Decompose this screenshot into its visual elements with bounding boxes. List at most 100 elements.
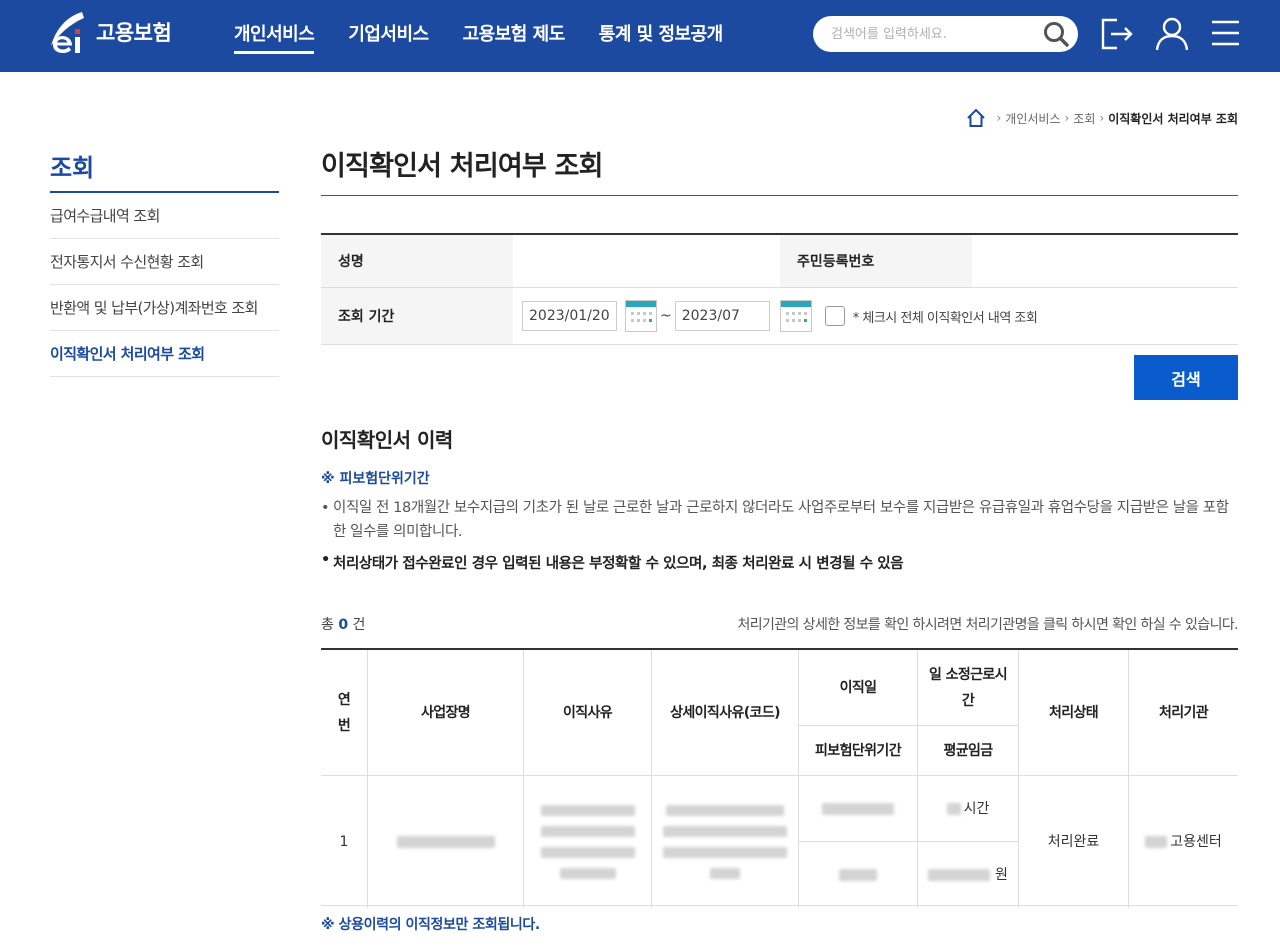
user-icon[interactable] xyxy=(1152,14,1192,54)
total-count: 총 0 건 xyxy=(321,614,365,634)
breadcrumb-item-inquiry[interactable]: 조회 xyxy=(1073,110,1095,127)
note-status-warning-text: 처리상태가 접수완료인 경우 입력된 내용은 부정확할 수 있으며, 최종 처리… xyxy=(333,556,904,572)
col-header-insured-period: 피보험단위기간 xyxy=(799,726,918,776)
redacted-text xyxy=(540,805,635,816)
row-insured-period-redacted xyxy=(799,842,918,908)
row-work-hours-unit: 시간 xyxy=(963,800,990,817)
row-avg-wage: 원 xyxy=(918,842,1019,908)
total-count-value: 0 xyxy=(338,617,349,633)
total-suffix: 건 xyxy=(352,617,366,633)
form-row-identity: 성명 주민등록번호 xyxy=(321,235,1238,288)
logo-mark-icon xyxy=(51,12,84,53)
redacted-text xyxy=(946,802,961,815)
col-header-company: 사업장명 xyxy=(368,650,524,776)
col-header-reason: 이직사유 xyxy=(524,650,652,776)
col-header-no: 연 번 xyxy=(321,650,368,776)
row-agency-name: 고용센터 xyxy=(1170,834,1222,850)
search-form: 성명 주민등록번호 조회 기간 2023/01/20 ~ 2023/07 * 체… xyxy=(321,233,1238,345)
redacted-text xyxy=(839,869,877,881)
total-prefix: 총 xyxy=(321,617,334,633)
row-detail-reason-redacted xyxy=(652,776,799,908)
search-icon[interactable] xyxy=(1042,20,1070,48)
col-header-detail-reason: 상세이직사유(코드) xyxy=(652,650,799,776)
all-history-checkbox-label: * 체크시 전체 이직확인서 내역 조회 xyxy=(852,310,1038,326)
row-leave-date-redacted xyxy=(799,776,918,842)
redacted-text xyxy=(663,847,787,858)
date-to-input[interactable] xyxy=(674,301,770,331)
chevron-right-icon: › xyxy=(1064,111,1070,125)
menu-icon[interactable] xyxy=(1206,14,1246,54)
redacted-text xyxy=(540,826,635,837)
side-nav-item-separation-certificate[interactable]: 이직확인서 처리여부 조회 xyxy=(50,331,279,377)
row-no: 1 xyxy=(321,776,368,908)
redacted-text xyxy=(710,868,740,879)
col-header-status: 처리상태 xyxy=(1019,650,1129,776)
rrn-label: 주민등록번호 xyxy=(780,235,972,287)
redacted-text xyxy=(666,805,784,816)
date-from-input[interactable] xyxy=(522,301,617,331)
side-navigation: 조회 급여수급내역 조회 전자통지서 수신현황 조회 반환액 및 납부(가상)계… xyxy=(50,148,279,377)
col-header-work-hours: 일 소정근로시 간 xyxy=(918,650,1019,726)
all-history-checkbox[interactable] xyxy=(824,306,845,326)
note-status-warning: • 처리상태가 접수완료인 경우 입력된 내용은 부정확할 수 있으며, 최종 … xyxy=(321,552,1238,573)
period-fields: ~ * xyxy=(513,288,1038,344)
note-insured-period-text: 이직일 전 18개월간 보수지급의 기초가 된 날로 근로한 날과 근로하지 않… xyxy=(333,500,1229,540)
side-nav-title: 조회 xyxy=(50,148,279,193)
row-agency-link[interactable]: 고용센터 xyxy=(1129,776,1238,908)
bullet: • xyxy=(321,500,330,516)
form-row-period: 조회 기간 2023/01/20 ~ 2023/07 * 체크시 전체 이직확인… xyxy=(321,288,1238,345)
breadcrumb-current: 이직확인서 처리여부 조회 xyxy=(1108,111,1238,126)
menu-personal-services[interactable]: 개인서비스 xyxy=(234,20,315,54)
period-separator: ~ xyxy=(660,308,672,324)
row-status: 처리완료 xyxy=(1019,776,1129,908)
logo-text: 고용보험 xyxy=(96,21,172,45)
redacted-text xyxy=(1145,836,1168,848)
calendar-icon[interactable] xyxy=(625,300,657,332)
row-reason-redacted xyxy=(524,776,652,908)
name-label: 성명 xyxy=(321,235,513,287)
redacted-text xyxy=(540,847,635,858)
calendar-icon[interactable] xyxy=(779,300,812,332)
side-nav-item-benefit-history[interactable]: 급여수급내역 조회 xyxy=(50,193,279,239)
main-content: 이직확인서 처리여부 조회 성명 주민등록번호 조회 기간 2023/01/20… xyxy=(321,144,1239,933)
header-search-box xyxy=(813,16,1078,52)
side-nav-item-e-notice[interactable]: 전자통지서 수신현황 조회 xyxy=(50,239,279,285)
agency-info-text: 처리기관의 상세한 정보를 확인 하시려면 처리기관명을 클릭 하시면 확인 하… xyxy=(737,617,1238,633)
history-section-title: 이직확인서 이력 xyxy=(321,428,453,452)
row-company-redacted xyxy=(368,776,524,908)
rrn-value xyxy=(972,235,1238,287)
breadcrumb: › 개인서비스 › 조회 › 이직확인서 처리여부 조회 xyxy=(966,108,1238,128)
side-nav-item-refund-account[interactable]: 반환액 및 납부(가상)계좌번호 조회 xyxy=(50,285,279,331)
breadcrumb-item-personal[interactable]: 개인서비스 xyxy=(1005,110,1060,127)
menu-insurance-system[interactable]: 고용보험 제도 xyxy=(463,20,566,54)
redacted-text xyxy=(663,826,787,837)
page-title: 이직확인서 처리여부 조회 xyxy=(321,144,1238,196)
name-value xyxy=(513,235,780,287)
main-menu: 개인서비스 기업서비스 고용보험 제도 통계 및 정보공개 xyxy=(234,20,757,54)
separation-history-table: 연 번 사업장명 이직사유 상세이직사유(코드) 이직일 피보험단위기간 일 소… xyxy=(321,648,1238,908)
redacted-text xyxy=(396,836,495,848)
redacted-text xyxy=(559,868,616,879)
col-header-leave-date: 이직일 xyxy=(799,650,918,726)
home-icon[interactable] xyxy=(966,108,986,128)
redacted-text xyxy=(928,869,991,881)
header-search-input[interactable] xyxy=(831,23,1031,45)
menu-statistics[interactable]: 통계 및 정보공개 xyxy=(599,20,723,54)
menu-business-services[interactable]: 기업서비스 xyxy=(348,20,429,54)
chevron-right-icon: › xyxy=(1099,111,1105,125)
row-work-hours: 시간 xyxy=(918,776,1019,842)
chevron-right-icon: › xyxy=(996,111,1002,125)
row-avg-wage-unit: 원 xyxy=(995,867,1008,883)
search-button[interactable]: 검색 xyxy=(1134,355,1238,400)
site-logo[interactable]: 고용보험 xyxy=(48,10,172,54)
col-header-avg-wage: 평균임금 xyxy=(918,726,1019,776)
col-header-agency: 처리기관 xyxy=(1129,650,1238,776)
top-navigation-bar: 고용보험 개인서비스 기업서비스 고용보험 제도 통계 및 정보공개 xyxy=(0,0,1280,72)
bullet: • xyxy=(321,552,330,568)
period-label: 조회 기간 xyxy=(321,288,513,344)
bottom-note: ※ 상용이력의 이직정보만 조회됩니다. xyxy=(321,917,540,933)
note-heading: ※ 피보험단위기간 xyxy=(321,471,430,487)
note-insured-period: • 이직일 전 18개월간 보수지급의 기초가 된 날로 근로한 날과 근로하지… xyxy=(321,496,1238,544)
redacted-text xyxy=(822,802,894,815)
logout-icon[interactable] xyxy=(1097,14,1137,54)
